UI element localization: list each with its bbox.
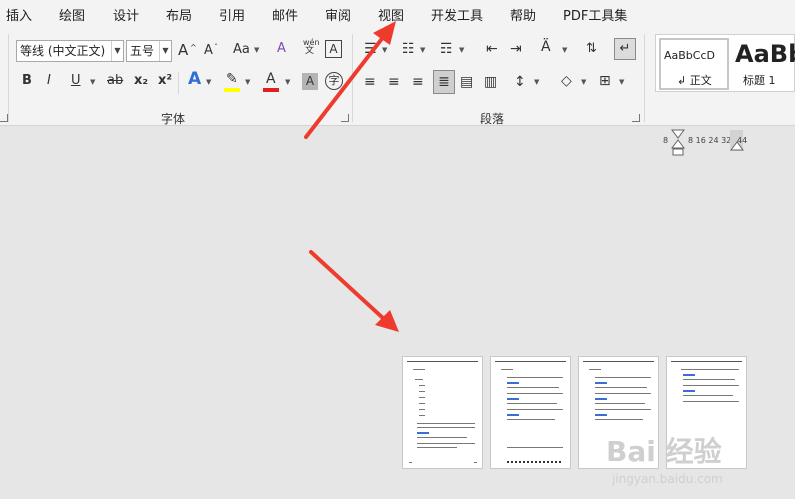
annotation-arrow-icon [304, 21, 396, 139]
annotation-arrows [304, 21, 399, 332]
annotation-arrow-icon [309, 250, 399, 332]
